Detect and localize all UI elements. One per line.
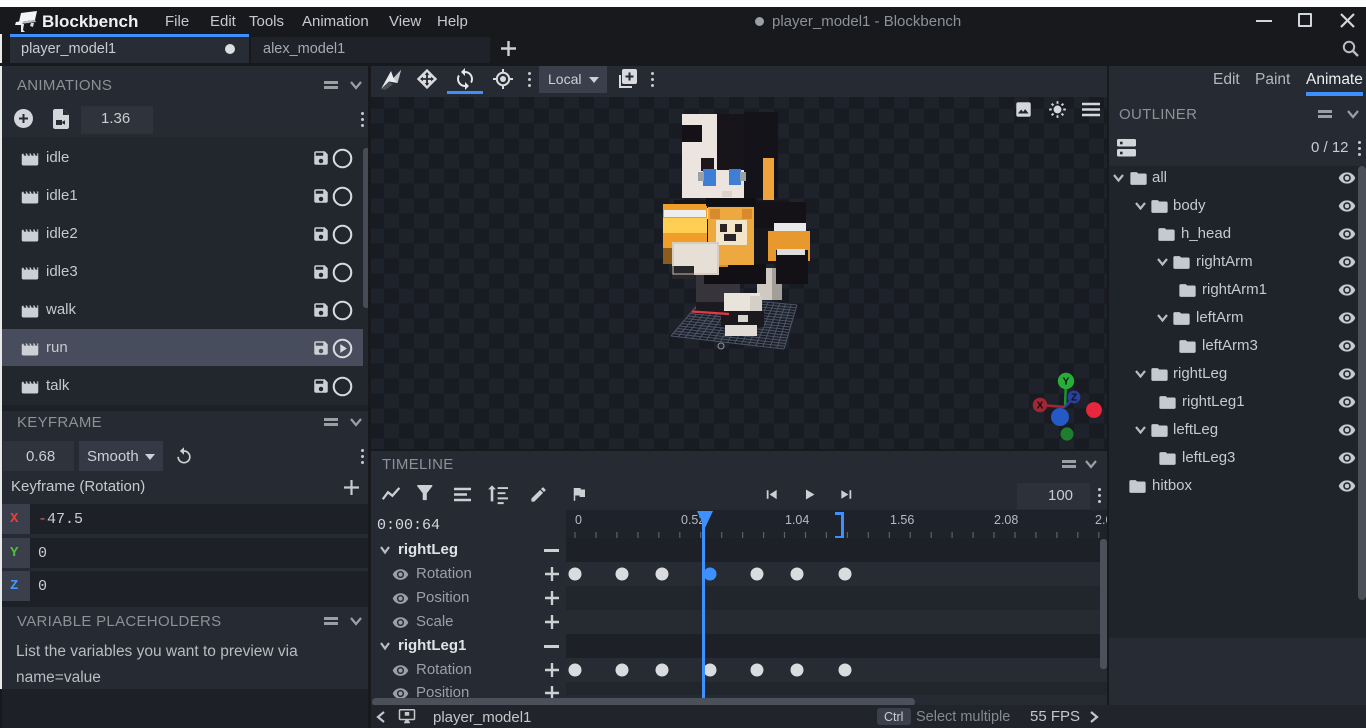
svg-text:Z: Z	[1071, 393, 1077, 404]
svg-text:Y: Y	[1063, 377, 1070, 388]
svg-text:X: X	[1037, 401, 1044, 412]
